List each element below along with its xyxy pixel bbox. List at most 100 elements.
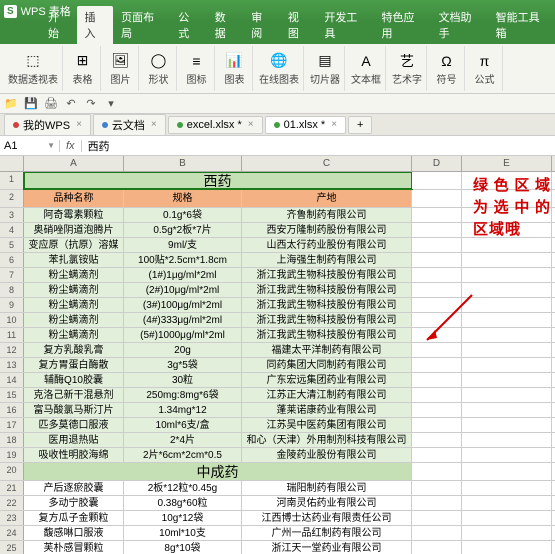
cell[interactable] <box>462 403 552 417</box>
cell[interactable]: 复方瓜子金颗粒 <box>24 511 124 525</box>
cell[interactable] <box>462 541 552 554</box>
qat-button[interactable]: ↷ <box>84 97 98 111</box>
cell[interactable] <box>462 358 552 372</box>
cell[interactable] <box>412 511 462 525</box>
row-header[interactable]: 2 <box>0 190 24 207</box>
cell[interactable]: 富马酸氯马斯汀片 <box>24 403 124 417</box>
row-header[interactable]: 24 <box>0 526 24 540</box>
qat-button[interactable]: 📁 <box>4 97 18 111</box>
qat-button[interactable]: 💾 <box>24 97 38 111</box>
cell[interactable] <box>412 388 462 402</box>
cell[interactable]: 匹多莫德口服液 <box>24 418 124 432</box>
cell[interactable]: 0.38g*60粒 <box>124 496 242 510</box>
cell[interactable]: (1#)1μg/ml*2ml <box>124 268 242 282</box>
cell[interactable] <box>462 481 552 495</box>
row-header[interactable]: 23 <box>0 511 24 525</box>
ribbon-button[interactable]: A文本框 <box>347 46 386 91</box>
ribbon-button[interactable]: π公式 <box>467 46 503 91</box>
ribbon-button[interactable]: ⊞表格 <box>65 46 101 91</box>
cell[interactable]: (2#)10μg/ml*2ml <box>124 283 242 297</box>
cell[interactable]: 产地 <box>242 190 412 207</box>
qat-button[interactable]: ↶ <box>64 97 78 111</box>
fx-label[interactable]: fx <box>60 140 82 152</box>
cell[interactable]: 多动宁胶囊 <box>24 496 124 510</box>
col-header-e[interactable]: E <box>462 156 552 171</box>
row-header[interactable]: 21 <box>0 481 24 495</box>
cell[interactable] <box>412 496 462 510</box>
cell[interactable] <box>412 223 462 237</box>
row-header[interactable]: 1 <box>0 172 24 189</box>
row-header[interactable]: 25 <box>0 541 24 554</box>
document-tab[interactable]: excel.xlsx *× <box>168 116 263 134</box>
ribbon-tab[interactable]: 文档助手 <box>431 6 488 44</box>
cell[interactable]: 齐鲁制药有限公司 <box>242 208 412 222</box>
cell[interactable] <box>412 190 462 207</box>
cell[interactable]: 1.34mg*12 <box>124 403 242 417</box>
ribbon-button[interactable]: ⬚数据透视表 <box>4 46 63 91</box>
cell[interactable]: 上海强生制药有限公司 <box>242 253 412 267</box>
document-tab[interactable]: 云文档× <box>93 114 166 136</box>
document-tab[interactable]: 01.xlsx *× <box>265 116 346 134</box>
ribbon-button[interactable]: 🌐在线图表 <box>255 46 304 91</box>
cell[interactable]: 广东宏远集团药业有限公司 <box>242 373 412 387</box>
cell[interactable] <box>412 358 462 372</box>
cell[interactable]: 吸收性明胶海绵 <box>24 448 124 462</box>
row-header[interactable]: 22 <box>0 496 24 510</box>
cell[interactable]: 西安万隆制药股份有限公司 <box>242 223 412 237</box>
cell[interactable]: 2*4片 <box>124 433 242 447</box>
cell[interactable]: 品种名称 <box>24 190 124 207</box>
cell[interactable] <box>462 448 552 462</box>
cell[interactable]: 规格 <box>124 190 242 207</box>
formula-value[interactable]: 西药 <box>82 138 116 154</box>
cell[interactable]: 0.5g*2板*7片 <box>124 223 242 237</box>
cell[interactable]: 江苏吴中医药集团有限公司 <box>242 418 412 432</box>
cell[interactable]: 蓬莱诺康药业有限公司 <box>242 403 412 417</box>
row-header[interactable]: 16 <box>0 403 24 417</box>
cell[interactable] <box>462 511 552 525</box>
cell[interactable]: 100贴*2.5cm*1.8cm <box>124 253 242 267</box>
cell[interactable]: 江苏正大清江制药有限公司 <box>242 388 412 402</box>
ribbon-tab[interactable]: 开始 <box>40 6 77 44</box>
document-tab[interactable]: 我的WPS× <box>4 114 91 136</box>
name-box[interactable]: A1 ▼ <box>0 140 60 152</box>
cell[interactable]: 河南灵佑药业有限公司 <box>242 496 412 510</box>
cell[interactable]: 2片*6cm*2cm*0.5 <box>124 448 242 462</box>
close-icon[interactable]: × <box>76 119 82 130</box>
ribbon-button[interactable]: ≡图标 <box>179 46 215 91</box>
qat-button[interactable]: 🖨 <box>44 97 58 111</box>
ribbon-button[interactable]: 🖼图片 <box>103 46 139 91</box>
cell[interactable]: 浙江我武生物科技股份有限公司 <box>242 313 412 327</box>
cell[interactable]: 医用退热贴 <box>24 433 124 447</box>
cell[interactable]: (3#)100μg/ml*2ml <box>124 298 242 312</box>
cell[interactable]: 20g <box>124 343 242 357</box>
cell[interactable]: 粉尘螨滴剂 <box>24 328 124 342</box>
row-header[interactable]: 8 <box>0 283 24 297</box>
cell[interactable] <box>412 463 462 480</box>
row-header[interactable]: 15 <box>0 388 24 402</box>
ribbon-button[interactable]: Ω符号 <box>429 46 465 91</box>
cell[interactable]: 中成药 <box>24 463 412 480</box>
cell[interactable] <box>412 403 462 417</box>
cell[interactable] <box>462 496 552 510</box>
cell[interactable] <box>462 253 552 267</box>
cell[interactable] <box>412 238 462 252</box>
cell[interactable]: 复方胃蛋白酶散 <box>24 358 124 372</box>
cell[interactable]: 复方乳酸乳膏 <box>24 343 124 357</box>
row-header[interactable]: 18 <box>0 433 24 447</box>
cell[interactable]: 2板*12粒*0.45g <box>124 481 242 495</box>
cell[interactable]: 辅酶Q10胶囊 <box>24 373 124 387</box>
cell[interactable] <box>412 172 462 189</box>
cell[interactable] <box>412 448 462 462</box>
cell[interactable]: 粉尘螨滴剂 <box>24 283 124 297</box>
cell[interactable]: 瑞阳制药有限公司 <box>242 481 412 495</box>
ribbon-button[interactable]: 艺艺术字 <box>388 46 427 91</box>
cell[interactable] <box>412 268 462 282</box>
cell[interactable]: 福建太平洋制药有限公司 <box>242 343 412 357</box>
cell[interactable]: (5#)1000μg/ml*2ml <box>124 328 242 342</box>
name-box-dropdown[interactable]: ▼ <box>47 141 55 150</box>
select-all-corner[interactable] <box>0 156 24 171</box>
cell[interactable]: 浙江我武生物科技股份有限公司 <box>242 283 412 297</box>
ribbon-tab[interactable]: 特色应用 <box>373 6 430 44</box>
cell[interactable]: 广州一品红制药有限公司 <box>242 526 412 540</box>
row-header[interactable]: 19 <box>0 448 24 462</box>
